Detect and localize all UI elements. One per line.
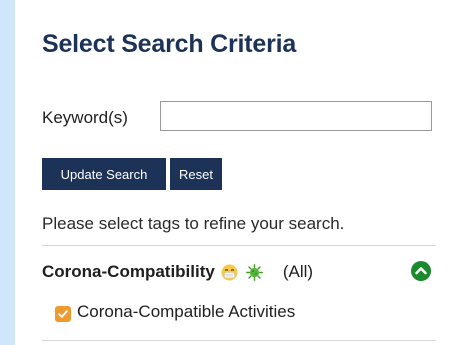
page-title: Select Search Criteria (42, 30, 297, 58)
tag-option[interactable]: Corona-Compatible Activities (55, 302, 295, 322)
tag-group-all-link[interactable]: (All) (283, 262, 313, 282)
divider (42, 245, 436, 246)
keyword-input[interactable] (160, 101, 432, 131)
divider (42, 340, 436, 341)
tag-option-label: Corona-Compatible Activities (77, 302, 296, 321)
refine-hint: Please select tags to refine your search… (42, 214, 345, 233)
chevron-up-circle-icon[interactable] (410, 260, 432, 282)
keyword-label: Keyword(s) (42, 108, 128, 127)
update-search-button[interactable]: Update Search (42, 158, 166, 190)
checkbox[interactable] (55, 305, 71, 322)
tag-group-header: Corona-Compatibility (All) (42, 259, 436, 285)
face-with-mask-icon (221, 264, 238, 281)
search-criteria-panel: Select Search Criteria Keyword(s) Update… (15, 0, 451, 345)
reset-button[interactable]: Reset (170, 158, 222, 190)
tag-group-title: Corona-Compatibility (42, 262, 215, 281)
virus-icon (245, 263, 263, 281)
